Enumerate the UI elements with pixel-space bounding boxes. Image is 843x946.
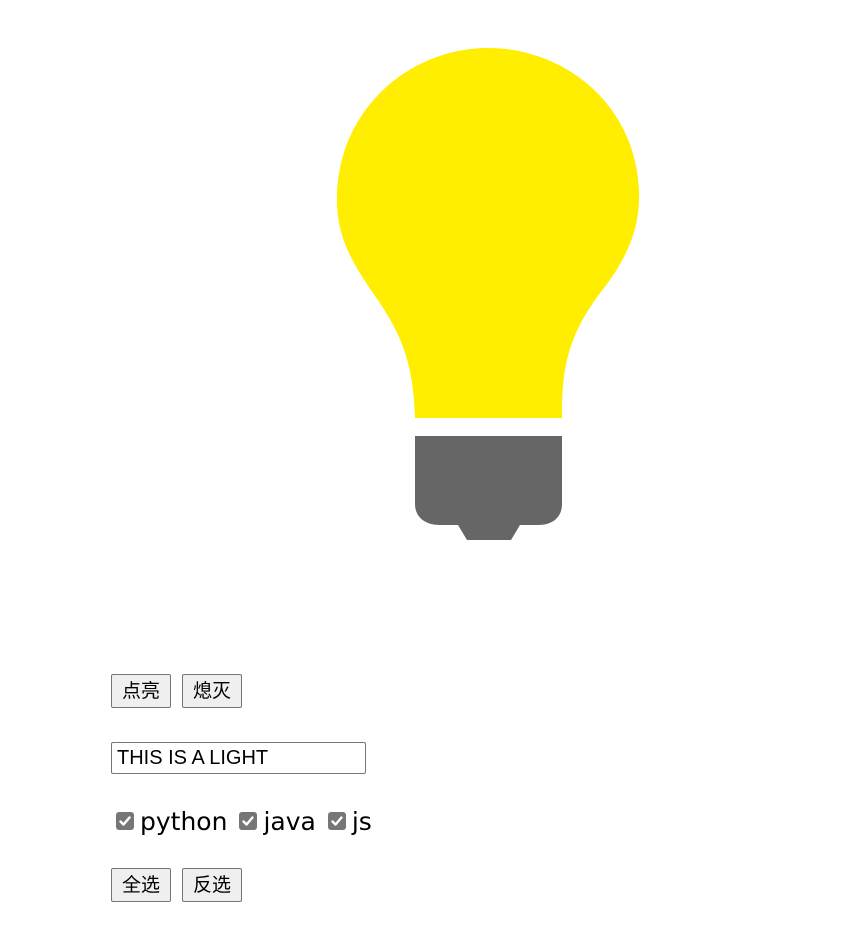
turn-on-button[interactable]: 点亮 (111, 674, 172, 708)
checkbox-checked-icon[interactable] (327, 812, 346, 830)
select-all-button[interactable]: 全选 (111, 868, 172, 902)
bulb-glass (336, 48, 640, 418)
invert-selection-button[interactable]: 反选 (182, 868, 243, 902)
checkbox-checked-icon[interactable] (239, 812, 258, 830)
bulb-base (415, 436, 562, 540)
checkbox-label: js (351, 807, 372, 836)
checkbox-js[interactable]: js (327, 806, 372, 838)
checkbox-checked-icon[interactable] (116, 812, 134, 830)
checkbox-python[interactable]: python (116, 806, 227, 838)
checkbox-label: java (263, 807, 316, 836)
language-checkbox-group: python java js (116, 806, 384, 838)
turn-off-button[interactable]: 熄灭 (182, 674, 243, 708)
checkbox-java[interactable]: java (239, 806, 316, 838)
light-bulb-icon (336, 48, 640, 540)
text-input[interactable] (111, 742, 366, 774)
light-bulb-image (330, 44, 646, 544)
checkbox-label: python (140, 807, 228, 836)
